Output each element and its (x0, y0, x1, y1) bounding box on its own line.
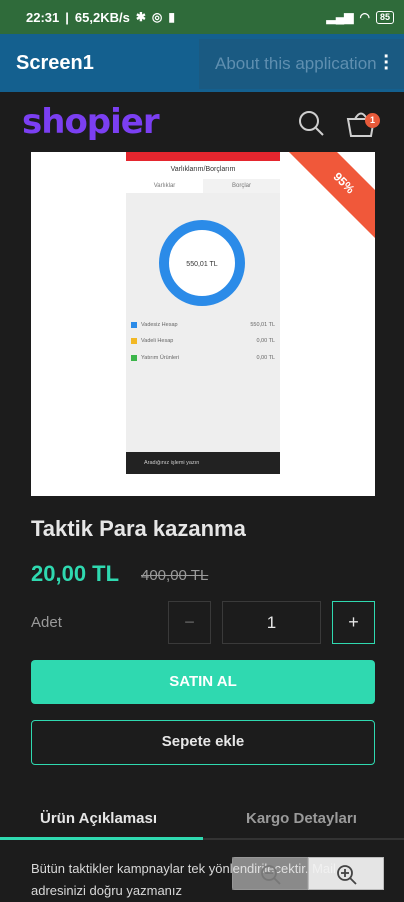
tab-active-indicator (0, 837, 203, 840)
old-price: 400,00 TL (141, 567, 209, 584)
wifi-icon: ◠ (359, 10, 370, 24)
sync-off-icon: ✱ (135, 10, 146, 24)
zoom-out-button[interactable] (232, 857, 308, 890)
shop-header: shopier (0, 92, 404, 152)
screenshot-tab-debts: Borçlar (231, 183, 251, 189)
signal-icon: ▂▄▆ (326, 10, 354, 24)
quantity-plus-button[interactable]: + (332, 601, 375, 644)
product-image[interactable]: Varlıklarım/Borçlarım Varlıklar Borçlar … (31, 152, 375, 496)
about-menu-label: About this application (215, 54, 377, 73)
quantity-label: Adet (31, 614, 62, 631)
app-bar: Screen1 About this application · · · (0, 34, 404, 92)
add-to-cart-button[interactable]: Sepete ekle (31, 720, 375, 765)
status-time: 22:31 (26, 9, 60, 25)
screenshot-row: Vadesiz Hesap 550,01 TL (131, 319, 275, 331)
about-menu-item[interactable]: About this application (199, 39, 404, 89)
zoom-in-button[interactable] (308, 857, 384, 890)
status-speed: 65,2KB/s (74, 9, 130, 25)
battery-icon: 85 (375, 10, 394, 24)
screenshot-search: Aradığınız işlemi yazın (126, 452, 280, 474)
overflow-menu-icon[interactable]: · · · (383, 47, 390, 79)
trash-icon: ▮ (168, 10, 175, 24)
shopier-logo[interactable]: shopier (22, 102, 160, 142)
tab-cargo-details[interactable]: Kargo Detayları (246, 810, 357, 827)
donut-chart: 550,01 TL (159, 220, 245, 306)
zoom-in-icon (337, 864, 357, 885)
zoom-out-icon (261, 864, 281, 885)
zoom-control (232, 857, 384, 890)
screenshot-title: Varlıklarım/Borçlarım (126, 161, 280, 179)
discount-badge: 95% (286, 152, 375, 241)
product-title: Taktik Para kazanma (31, 516, 246, 541)
screenshot-tab-assets: Varlıklar (126, 179, 203, 193)
buy-button[interactable]: SATIN AL (31, 660, 375, 704)
cart-count-badge: 1 (365, 113, 380, 128)
donut-value: 550,01 TL (186, 261, 218, 268)
screenshot-row: Yatırım Ürünleri 0,00 TL (131, 352, 275, 364)
whatsapp-icon: ◎ (151, 10, 163, 24)
app-title: Screen1 (16, 51, 94, 74)
status-bar: 22:31 | 65,2KB/s ✱ ◎ ▮ ▂▄▆ ◠ 85 (0, 0, 404, 34)
quantity-input[interactable]: 1 (222, 601, 321, 644)
screenshot-row: Vadeli Hesap 0,00 TL (131, 335, 275, 347)
product-screenshot: Varlıklarım/Borçlarım Varlıklar Borçlar … (126, 152, 280, 496)
product-price: 20,00 TL (31, 561, 120, 586)
search-icon[interactable] (298, 110, 324, 136)
tab-description[interactable]: Ürün Açıklaması (40, 810, 157, 827)
quantity-minus-button[interactable]: − (168, 601, 211, 644)
